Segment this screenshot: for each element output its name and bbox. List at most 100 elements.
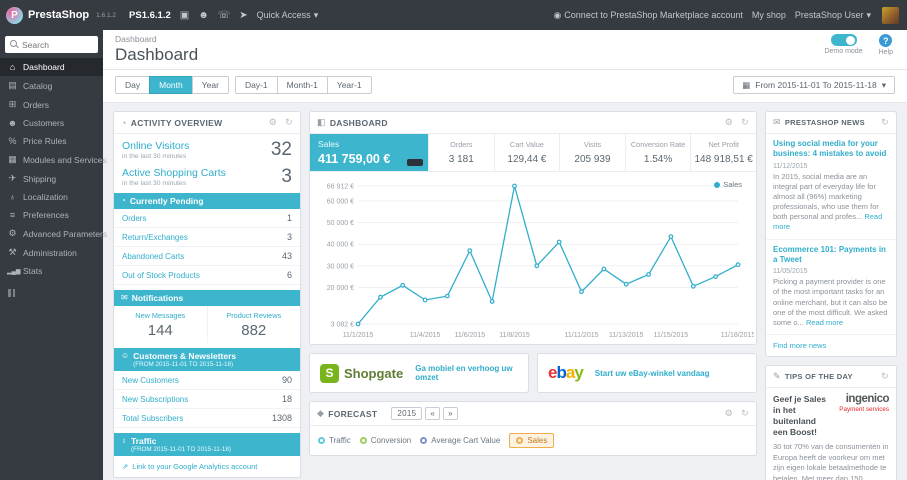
google-analytics-link[interactable]: ⇗ Link to your Google Analytics account bbox=[114, 456, 300, 477]
refresh-icon[interactable]: ↻ bbox=[881, 117, 889, 128]
news-headline-link[interactable]: Using social media for your business: 4 … bbox=[773, 139, 889, 160]
sidebar-item-advanced-parameters[interactable]: ⚙ Advanced Parameters bbox=[0, 224, 107, 243]
kpi-tab-cart-value[interactable]: Cart Value 129,44 € bbox=[493, 134, 560, 171]
prestashop-logo[interactable]: P PrestaShop 1.6.1.2 bbox=[6, 6, 117, 24]
gear-icon[interactable]: ⚙ bbox=[269, 117, 277, 128]
sidebar-item-dashboard[interactable]: ⌂ Dashboard bbox=[0, 58, 103, 76]
brand-version: 1.6.1.2 bbox=[96, 11, 117, 19]
prestashop-logo-icon: P bbox=[6, 6, 23, 24]
orders-link[interactable]: Orders bbox=[122, 214, 146, 223]
svg-text:60 000 €: 60 000 € bbox=[327, 198, 354, 205]
customers-row: New Customers 90 bbox=[114, 371, 300, 390]
forecast-legend-conversion[interactable]: Conversion bbox=[359, 436, 411, 445]
forecast-legend-sales[interactable]: Sales bbox=[509, 433, 555, 448]
kpi-tab-orders[interactable]: Orders 3 181 bbox=[428, 134, 494, 171]
demo-mode-toggle[interactable] bbox=[830, 34, 857, 46]
user-menu-label: PrestaShop User bbox=[794, 10, 864, 20]
previous-period-button-group: Day-1 Month-1 Year-1 bbox=[234, 76, 372, 94]
refresh-icon[interactable]: ↻ bbox=[881, 371, 889, 382]
sidebar-collapse-button[interactable] bbox=[0, 280, 103, 306]
day-minus-1-button[interactable]: Day-1 bbox=[234, 76, 278, 94]
date-range-button[interactable]: ▦ From 2015-11-01 To 2015-11-18 ▾ bbox=[733, 76, 895, 94]
sidebar-item-customers[interactable]: ☻ Customers bbox=[0, 114, 103, 132]
year-minus-1-button[interactable]: Year-1 bbox=[326, 76, 372, 94]
sidebar-item-label: Preferences bbox=[23, 210, 69, 220]
my-shop-link[interactable]: My shop bbox=[752, 10, 786, 20]
sidebar-item-orders[interactable]: ⊞ Orders bbox=[0, 95, 103, 114]
shopgate-promo-link[interactable]: Ga mobiel en verhoog uw omzet bbox=[415, 364, 518, 382]
quick-access-menu[interactable]: Quick Access ▾ bbox=[257, 10, 319, 21]
sidebar-item-preferences[interactable]: ≡ Preferences bbox=[0, 206, 103, 224]
kpi-tab-net-profit[interactable]: Net Profit 148 918,51 € bbox=[690, 134, 756, 171]
new-customers-value: 90 bbox=[281, 375, 292, 385]
kpi-tab-conversion-rate[interactable]: Conversion Rate 1.54% bbox=[624, 134, 691, 171]
read-more-link[interactable]: Read more bbox=[806, 318, 843, 327]
day-button[interactable]: Day bbox=[115, 76, 151, 94]
new-customers-link[interactable]: New Customers bbox=[122, 376, 179, 385]
rocket-icon[interactable]: ➤ bbox=[239, 10, 247, 21]
sidebar-item-modules[interactable]: ▦ Modules and Services bbox=[0, 150, 106, 169]
new-subscriptions-link[interactable]: New Subscriptions bbox=[122, 395, 188, 404]
visits-label: Visits bbox=[583, 140, 602, 149]
online-visitors-sub: in the last 30 minutes bbox=[122, 153, 187, 160]
sidebar-item-stats[interactable]: ▂▄▆ Stats bbox=[0, 262, 103, 280]
ebay-logo[interactable]: ebay bbox=[548, 363, 584, 383]
month-minus-1-button[interactable]: Month-1 bbox=[276, 76, 328, 94]
svg-text:50 000 €: 50 000 € bbox=[327, 220, 354, 227]
forecast-year-select[interactable]: 2015 bbox=[391, 407, 423, 420]
average-cart-dot-icon bbox=[420, 437, 428, 444]
help-icon[interactable]: ? bbox=[879, 34, 893, 47]
active-carts-link[interactable]: Active Shopping Carts bbox=[122, 167, 226, 179]
kpi-tab-sales[interactable]: Sales 411 759,00 € bbox=[310, 134, 428, 171]
sidebar-item-catalog[interactable]: ▤ Catalog bbox=[0, 76, 103, 95]
cart-icon[interactable]: ▣ bbox=[180, 10, 189, 21]
sales-chart-area: Sales 66 912 € 60 000 € 50 000 € 40 000 € 30… bbox=[310, 172, 756, 344]
out-of-stock-link[interactable]: Out of Stock Products bbox=[122, 271, 200, 280]
news-headline-link[interactable]: Ecommerce 101: Payments in a Tweet bbox=[773, 245, 889, 266]
chevron-down-icon: ▾ bbox=[313, 9, 319, 20]
conversion-dot-icon bbox=[359, 437, 367, 444]
svg-text:11/13/2015: 11/13/2015 bbox=[609, 332, 644, 339]
date-filter-bar: Day Month Year Day-1 Month-1 Year-1 ▦ Fr… bbox=[103, 70, 907, 103]
forecast-legend-traffic[interactable]: Traffic bbox=[318, 436, 351, 445]
gear-icon[interactable]: ⚙ bbox=[725, 117, 733, 128]
sidebar-item-price-rules[interactable]: % Price Rules bbox=[0, 132, 103, 150]
refresh-icon[interactable]: ↻ bbox=[741, 117, 749, 128]
total-subscribers-link[interactable]: Total Subscribers bbox=[122, 414, 183, 423]
date-range-label: From 2015-11-01 To 2015-11-18 bbox=[755, 80, 877, 90]
sidebar-item-administration[interactable]: ⚒ Administration bbox=[0, 243, 103, 262]
forecast-next-button[interactable]: » bbox=[443, 407, 458, 420]
abandoned-carts-link[interactable]: Abandoned Carts bbox=[122, 252, 184, 261]
marketplace-link[interactable]: ◉ Connect to PrestaShop Marketplace acco… bbox=[553, 10, 742, 21]
user-avatar[interactable] bbox=[882, 6, 899, 24]
kpi-tab-visits[interactable]: Visits 205 939 bbox=[559, 134, 625, 171]
net-profit-label: Net Profit bbox=[708, 140, 739, 149]
year-button[interactable]: Year bbox=[191, 76, 229, 94]
user-menu[interactable]: PrestaShop User ▾ bbox=[795, 10, 871, 21]
abandoned-carts-value: 43 bbox=[281, 251, 292, 261]
find-more-news-link[interactable]: Find more news bbox=[766, 335, 896, 356]
notifications-columns: New Messages 144 Product Reviews 882 bbox=[114, 306, 300, 343]
gear-icon[interactable]: ⚙ bbox=[725, 408, 733, 419]
returns-link[interactable]: Return/Exchanges bbox=[122, 233, 188, 242]
refresh-icon[interactable]: ↻ bbox=[741, 408, 749, 419]
sidebar-item-localization[interactable]: ♁ Localization bbox=[0, 188, 103, 206]
online-visitors-link[interactable]: Online Visitors bbox=[122, 140, 190, 152]
refresh-icon[interactable]: ↻ bbox=[285, 117, 293, 128]
net-profit-value: 148 918,51 € bbox=[694, 154, 753, 165]
support-icon[interactable]: ☏ bbox=[218, 10, 231, 21]
forecast-legend-average-cart-value[interactable]: Average Cart Value bbox=[420, 436, 500, 445]
sidebar-item-shipping[interactable]: ✈ Shipping bbox=[0, 169, 103, 188]
person-icon[interactable]: ☻ bbox=[198, 10, 209, 21]
pending-row: Orders 1 bbox=[114, 209, 300, 228]
new-messages-cell[interactable]: New Messages 144 bbox=[114, 306, 207, 343]
product-reviews-cell[interactable]: Product Reviews 882 bbox=[206, 306, 301, 343]
chart-legend[interactable]: Sales bbox=[714, 180, 742, 189]
forecast-prev-button[interactable]: « bbox=[425, 407, 441, 420]
month-button[interactable]: Month bbox=[149, 76, 193, 94]
product-reviews-value: 882 bbox=[241, 322, 267, 339]
total-subscribers-value: 1308 bbox=[271, 413, 292, 423]
forecast-panel: ◆ FORECAST 2015 « » ⚙ ↻ Traffic Conversi… bbox=[309, 401, 757, 456]
ebay-promo-link[interactable]: Start uw eBay-winkel vandaag bbox=[595, 369, 710, 378]
shopgate-logo[interactable]: S Shopgate bbox=[320, 363, 403, 383]
